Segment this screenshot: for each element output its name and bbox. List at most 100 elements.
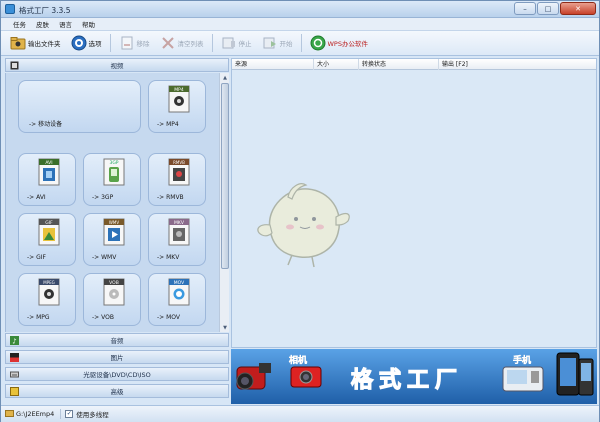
category-panel: 视频 -> 移动设备 MP4 -> MP4 AVI -> AVI 3GP -> … — [5, 58, 229, 404]
camera-icon — [290, 366, 322, 388]
tile-gif[interactable]: GIF -> GIF — [18, 213, 76, 266]
svg-text:RMVB: RMVB — [173, 160, 185, 165]
app-window: 格式工厂 3.3.5 – □ ✕ 任务 皮肤 语言 帮助 输出文件夹 选项 移除… — [0, 0, 600, 422]
tile-label: -> MKV — [157, 254, 180, 261]
tile-avi[interactable]: AVI -> AVI — [18, 153, 76, 206]
tile-wmv[interactable]: WMV -> WMV — [83, 213, 141, 266]
svg-text:MPEG: MPEG — [43, 280, 55, 285]
svg-text:GIF: GIF — [45, 220, 53, 226]
remove-icon — [119, 35, 135, 51]
close-button[interactable]: ✕ — [560, 2, 596, 15]
options-label: 选项 — [88, 40, 102, 48]
menu-skin[interactable]: 皮肤 — [36, 19, 49, 29]
tile-label: -> GIF — [27, 254, 46, 261]
format-scrollbar[interactable]: ▲ ▼ — [219, 73, 229, 332]
banner-camera-text: 相机 — [289, 354, 307, 366]
folder-icon — [10, 35, 26, 51]
stop-icon — [221, 35, 237, 51]
tile-mkv[interactable]: MKV -> MKV — [148, 213, 206, 266]
music-note-icon: ♪ — [10, 336, 19, 346]
phone-icon — [502, 366, 544, 392]
multithread-checkbox[interactable]: ✓ — [65, 410, 74, 418]
tile-mobile-device[interactable]: -> 移动设备 — [18, 80, 141, 133]
scroll-thumb[interactable] — [221, 83, 229, 269]
svg-text:MKV: MKV — [174, 220, 185, 226]
menu-bar: 任务 皮肤 语言 帮助 — [1, 18, 599, 31]
tile-label: -> RMVB — [157, 194, 184, 201]
tile-3gp[interactable]: 3GP -> 3GP — [83, 153, 141, 206]
column-status[interactable]: 转换状态 — [359, 59, 439, 70]
category-video-label: 视频 — [110, 62, 124, 70]
column-source[interactable]: 来源 — [232, 59, 314, 70]
remove-button[interactable]: 移除 — [116, 33, 153, 53]
tile-label: -> VOB — [92, 314, 114, 321]
3gp-file-icon: 3GP — [103, 158, 125, 186]
svg-text:AVI: AVI — [45, 160, 52, 166]
tile-mov[interactable]: MOV -> MOV — [148, 273, 206, 326]
menu-help[interactable]: 帮助 — [82, 19, 95, 29]
output-path-status[interactable]: G:\J2EEmp4 — [5, 409, 62, 419]
rmvb-file-icon: RMVB — [168, 158, 190, 186]
clear-list-button[interactable]: 清空列表 — [157, 33, 207, 53]
app-icon — [5, 4, 15, 14]
svg-text:WMV: WMV — [109, 220, 119, 225]
video-category-icon — [10, 61, 19, 70]
wps-label: WPS办公软件 — [327, 40, 368, 48]
category-advanced-label: 高级 — [110, 388, 124, 396]
tile-mp4[interactable]: MP4 -> MP4 — [148, 80, 206, 133]
menu-language[interactable]: 语言 — [59, 19, 72, 29]
svg-text:VOB: VOB — [109, 280, 119, 286]
start-button[interactable]: 开始 — [259, 33, 296, 53]
multithread-label: 使用多线程 — [76, 411, 109, 419]
clear-list-label: 清空列表 — [177, 40, 204, 48]
smartphone-icon — [556, 352, 594, 396]
category-video[interactable]: 视频 — [5, 58, 229, 72]
banner-brand-text: 格式工厂 — [351, 367, 463, 393]
scroll-down-icon[interactable]: ▼ — [220, 323, 229, 332]
status-bar: G:\J2EEmp4 ✓ 使用多线程 — [1, 405, 599, 422]
tile-mpg[interactable]: MPEG -> MPG — [18, 273, 76, 326]
category-audio[interactable]: ♪ 音频 — [5, 333, 229, 347]
tile-label: -> WMV — [92, 254, 117, 261]
task-list-header: 来源 大小 转换状态 输出 [F2] — [232, 59, 596, 70]
output-folder-label: 输出文件夹 — [28, 40, 61, 48]
toolbar: 输出文件夹 选项 移除 清空列表 停止 开始 WPS办公软件 — [1, 31, 599, 56]
promo-banner[interactable]: 相机 格式工厂 手机 — [231, 349, 597, 404]
stop-button[interactable]: 停止 — [218, 33, 255, 53]
options-button[interactable]: 选项 — [68, 33, 105, 53]
svg-text:♪: ♪ — [12, 338, 16, 346]
svg-text:MP4: MP4 — [174, 87, 184, 93]
options-icon — [71, 35, 87, 51]
title-bar[interactable]: 格式工厂 3.3.5 – □ ✕ — [1, 1, 599, 18]
column-size[interactable]: 大小 — [314, 59, 359, 70]
banner-graphic: 相机 格式工厂 手机 — [231, 349, 597, 404]
mov-file-icon: MOV — [168, 278, 190, 306]
minimize-button[interactable]: – — [514, 2, 536, 15]
output-folder-button[interactable]: 输出文件夹 — [7, 33, 64, 53]
remove-label: 移除 — [136, 40, 150, 48]
category-picture[interactable]: 图片 — [5, 350, 229, 364]
avi-file-icon: AVI — [38, 158, 60, 186]
scroll-up-icon[interactable]: ▲ — [220, 73, 229, 82]
banner-phone-text: 手机 — [513, 354, 531, 366]
menu-task[interactable]: 任务 — [13, 19, 26, 29]
task-list[interactable]: 来源 大小 转换状态 输出 [F2] — [231, 58, 597, 348]
category-rom-label: 光驱设备\DVD\CD\ISO — [83, 371, 151, 379]
category-advanced[interactable]: 高级 — [5, 384, 229, 398]
window-controls: – □ ✕ — [514, 2, 596, 15]
tile-vob[interactable]: VOB -> VOB — [83, 273, 141, 326]
wps-button[interactable]: WPS办公软件 — [307, 33, 371, 53]
advanced-icon — [10, 387, 19, 396]
tile-label: -> 移动设备 — [29, 121, 63, 128]
toolbar-separator — [211, 34, 213, 52]
window-title: 格式工厂 3.3.5 — [19, 6, 71, 15]
wps-icon — [310, 35, 326, 51]
category-rom-device[interactable]: 光驱设备\DVD\CD\ISO — [5, 367, 229, 381]
column-output[interactable]: 输出 [F2] — [439, 59, 596, 70]
mascot-watermark-icon — [257, 183, 350, 268]
maximize-button[interactable]: □ — [537, 2, 559, 15]
video-format-grid: -> 移动设备 MP4 -> MP4 AVI -> AVI 3GP -> 3GP — [5, 73, 229, 332]
tile-label: -> MOV — [157, 314, 180, 321]
svg-text:MOV: MOV — [174, 280, 185, 286]
tile-rmvb[interactable]: RMVB -> RMVB — [148, 153, 206, 206]
